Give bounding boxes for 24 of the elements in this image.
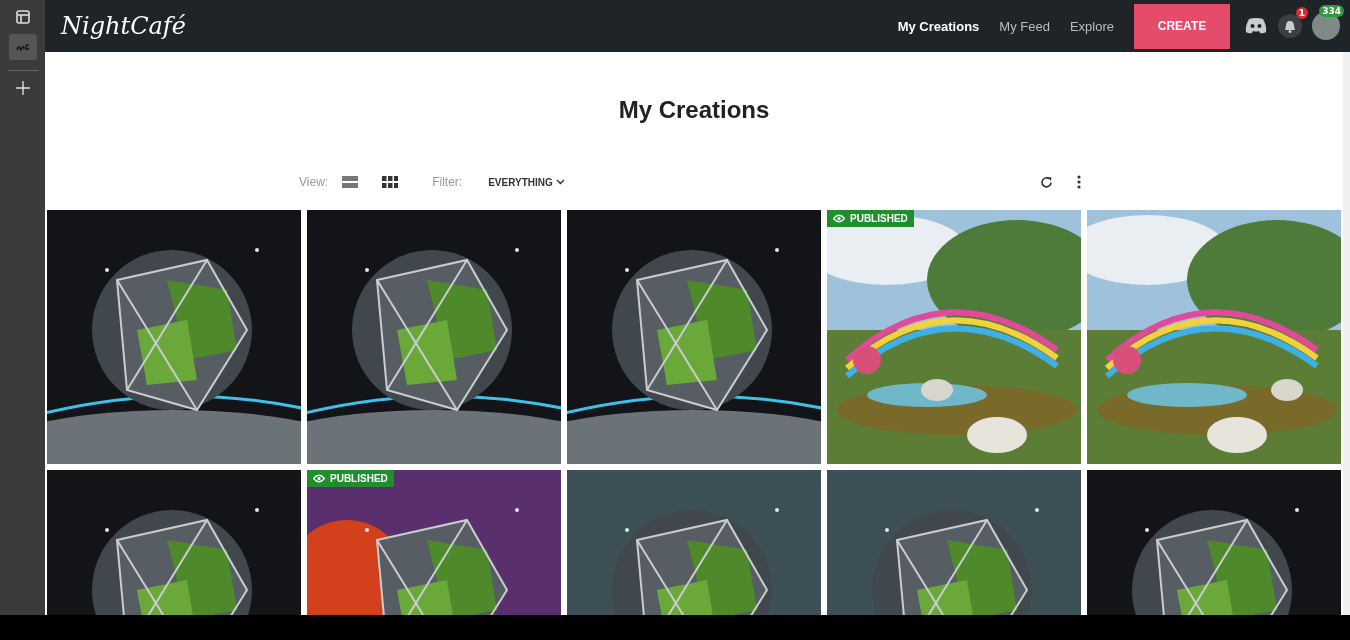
scrollbar[interactable] (1343, 52, 1350, 615)
view-label: View: (299, 175, 329, 189)
bell-icon (1284, 19, 1296, 33)
window-icon[interactable] (15, 10, 30, 24)
more-options-icon[interactable] (1075, 173, 1083, 191)
filter-dropdown[interactable]: EVERYTHING (482, 175, 571, 189)
chevron-down-icon (555, 179, 565, 185)
notification-button[interactable] (1278, 14, 1302, 38)
filter-label: Filter: (432, 175, 463, 189)
nav-link[interactable]: My Feed (999, 18, 1050, 34)
published-badge: PUBLISHED (307, 470, 394, 487)
published-badge: PUBLISHED (827, 210, 914, 227)
nav-link[interactable]: Explore (1069, 18, 1114, 34)
plus-icon[interactable] (15, 81, 30, 95)
game-controller-icon[interactable] (1244, 17, 1268, 35)
page-title: My Creations (617, 96, 771, 124)
grid-view-icon (382, 176, 399, 188)
create-button[interactable]: CREATE (1134, 3, 1230, 49)
logo[interactable]: NightCafé (61, 12, 186, 40)
avatar[interactable] (1312, 12, 1340, 40)
nav-link[interactable]: My Creations (897, 18, 980, 34)
avatar-badge: 334 (1319, 5, 1344, 17)
list-view-icon (342, 176, 359, 188)
notification-count: 1 (1295, 7, 1308, 19)
